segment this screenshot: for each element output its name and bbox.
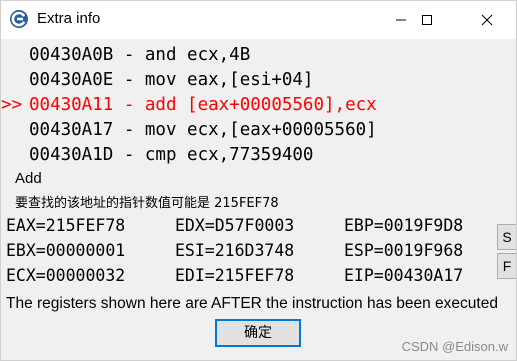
pointer-note: 要查找的该地址的指针数值可能是 215FEF78	[15, 196, 279, 211]
disassembly-line-current: >> 00430A11 - add [eax+00005560],ecx	[1, 93, 377, 117]
f-button[interactable]: F	[497, 253, 516, 279]
disassembly-line: 00430A0E - mov eax,[esi+04]	[1, 68, 313, 92]
title-bar[interactable]: Extra info	[1, 1, 516, 39]
register-edi: EDI=215FEF78	[175, 266, 295, 285]
register-esp: ESP=0019F968	[344, 241, 464, 260]
maximize-button[interactable]	[404, 1, 450, 39]
disassembly-text: 00430A11 - add [eax+00005560],ecx	[29, 95, 377, 115]
s-button[interactable]: S	[497, 224, 516, 250]
maximize-icon	[422, 15, 432, 25]
current-line-marker: >>	[1, 95, 23, 115]
register-ecx: ECX=00000032	[6, 266, 126, 285]
extra-info-dialog: Extra info 00430A0B - and ecx,4B 00430A0…	[0, 0, 517, 361]
disassembly-line: 00430A1D - cmp ecx,77359400	[1, 143, 313, 167]
disassembly-text: 00430A0E - mov eax,[esi+04]	[29, 70, 314, 90]
disassembly-text: 00430A17 - mov ecx,[eax+00005560]	[29, 120, 377, 140]
disassembly-text: 00430A0B - and ecx,4B	[29, 45, 251, 65]
window-title: Extra info	[37, 10, 101, 27]
register-eax: EAX=215FEF78	[6, 216, 126, 235]
close-button[interactable]	[464, 1, 510, 39]
close-icon	[481, 14, 493, 26]
register-esi: ESI=216D3748	[175, 241, 295, 260]
register-ebx: EBX=00000001	[6, 241, 126, 260]
disassembly-text: 00430A1D - cmp ecx,77359400	[29, 145, 314, 165]
disassembly-line: 00430A17 - mov ecx,[eax+00005560]	[1, 118, 377, 142]
watermark: CSDN @Edison.w	[401, 339, 508, 354]
cheat-engine-icon	[10, 10, 28, 28]
instruction-label: Add	[15, 170, 42, 187]
disassembly-line: 00430A0B - and ecx,4B	[1, 43, 250, 67]
register-edx: EDX=D57F0003	[175, 216, 295, 235]
ok-button[interactable]: 确定	[215, 319, 301, 347]
register-ebp: EBP=0019F9D8	[344, 216, 464, 235]
registers-footnote: The registers shown here are AFTER the i…	[6, 295, 498, 312]
register-eip: EIP=00430A17	[344, 266, 464, 285]
